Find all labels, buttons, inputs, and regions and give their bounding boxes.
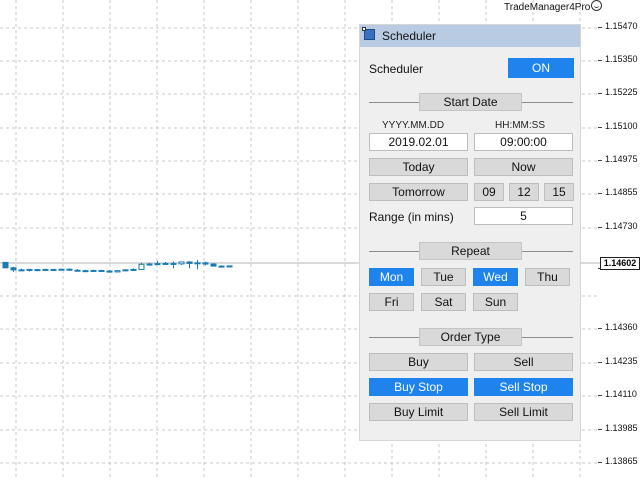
smiley-icon [591,0,603,11]
today-button[interactable]: Today [369,158,468,176]
tomorrow-button[interactable]: Tomorrow [369,183,468,201]
candle-body [162,262,169,265]
candle-body [186,261,193,264]
hour-12-button[interactable]: 12 [509,183,539,201]
hour-09-button[interactable]: 09 [474,183,504,201]
candle-body [178,261,185,265]
day-sat-button[interactable]: Sat [421,293,466,311]
candle-body [194,262,201,265]
candle-body [66,268,73,271]
day-fri-button[interactable]: Fri [369,293,414,311]
scheduler-panel: Scheduler Scheduler ON Start Date YYYY.M… [359,24,581,441]
candle-body [26,268,33,271]
candle-body [114,270,121,273]
candle-body [122,269,129,272]
buy-button[interactable]: Buy [369,353,468,371]
range-input[interactable]: 5 [474,207,573,225]
date-format-label: YYYY.MM.DD [382,120,445,131]
candle-body [82,270,89,273]
candle-body [130,268,137,271]
window-icon [362,27,375,40]
time-input[interactable]: 09:00:00 [474,133,573,151]
candle-body [10,267,17,271]
candle-body [146,263,153,266]
candle-body [226,265,233,268]
candle-body [202,262,209,265]
scheduler-toggle-button[interactable]: ON [508,58,574,78]
hour-15-button[interactable]: 15 [544,183,574,201]
candle-body [138,263,145,270]
candle-body [42,268,49,271]
panel-titlebar[interactable]: Scheduler [360,25,580,47]
sell-limit-button[interactable]: Sell Limit [474,403,573,421]
candle-body [98,269,105,272]
day-thu-button[interactable]: Thu [525,268,570,286]
buy-stop-button[interactable]: Buy Stop [369,378,468,396]
candle-body [2,261,9,269]
brand-label: TradeManager4Pro [504,0,603,13]
day-sun-button[interactable]: Sun [473,293,518,311]
day-tue-button[interactable]: Tue [421,268,466,286]
candle-body [74,269,81,272]
candle-body [106,270,113,273]
candle-body [218,265,225,268]
sell-button[interactable]: Sell [474,353,573,371]
scheduler-label: Scheduler [369,62,424,76]
day-mon-button[interactable]: Mon [369,268,414,286]
sell-stop-button[interactable]: Sell Stop [474,378,573,396]
date-input[interactable]: 2019.02.01 [369,133,468,151]
range-label: Range (in mins) [369,210,454,224]
now-button[interactable]: Now [474,158,573,176]
order-type-header: Order Type [419,328,522,346]
price-axis: 1.15470 1.15350 1.15225 1.15100 1.14975 1.148… [598,0,640,480]
candles [2,260,233,273]
brand-text: TradeManager4Pro [504,2,591,13]
start-date-header: Start Date [419,93,522,111]
candle-body [170,262,177,265]
candle-body [50,268,57,271]
candle-body [154,263,161,266]
candle-body [210,263,217,267]
current-price-label: 1.14602 [600,257,640,270]
candle-body [34,269,41,272]
day-wed-button[interactable]: Wed [473,268,518,286]
buy-limit-button[interactable]: Buy Limit [369,403,468,421]
candle-body [58,268,65,271]
candle-body [90,269,97,272]
repeat-header: Repeat [419,242,522,260]
panel-title: Scheduler [382,29,437,43]
time-format-label: HH:MM:SS [495,120,545,131]
candle-body [18,269,25,272]
